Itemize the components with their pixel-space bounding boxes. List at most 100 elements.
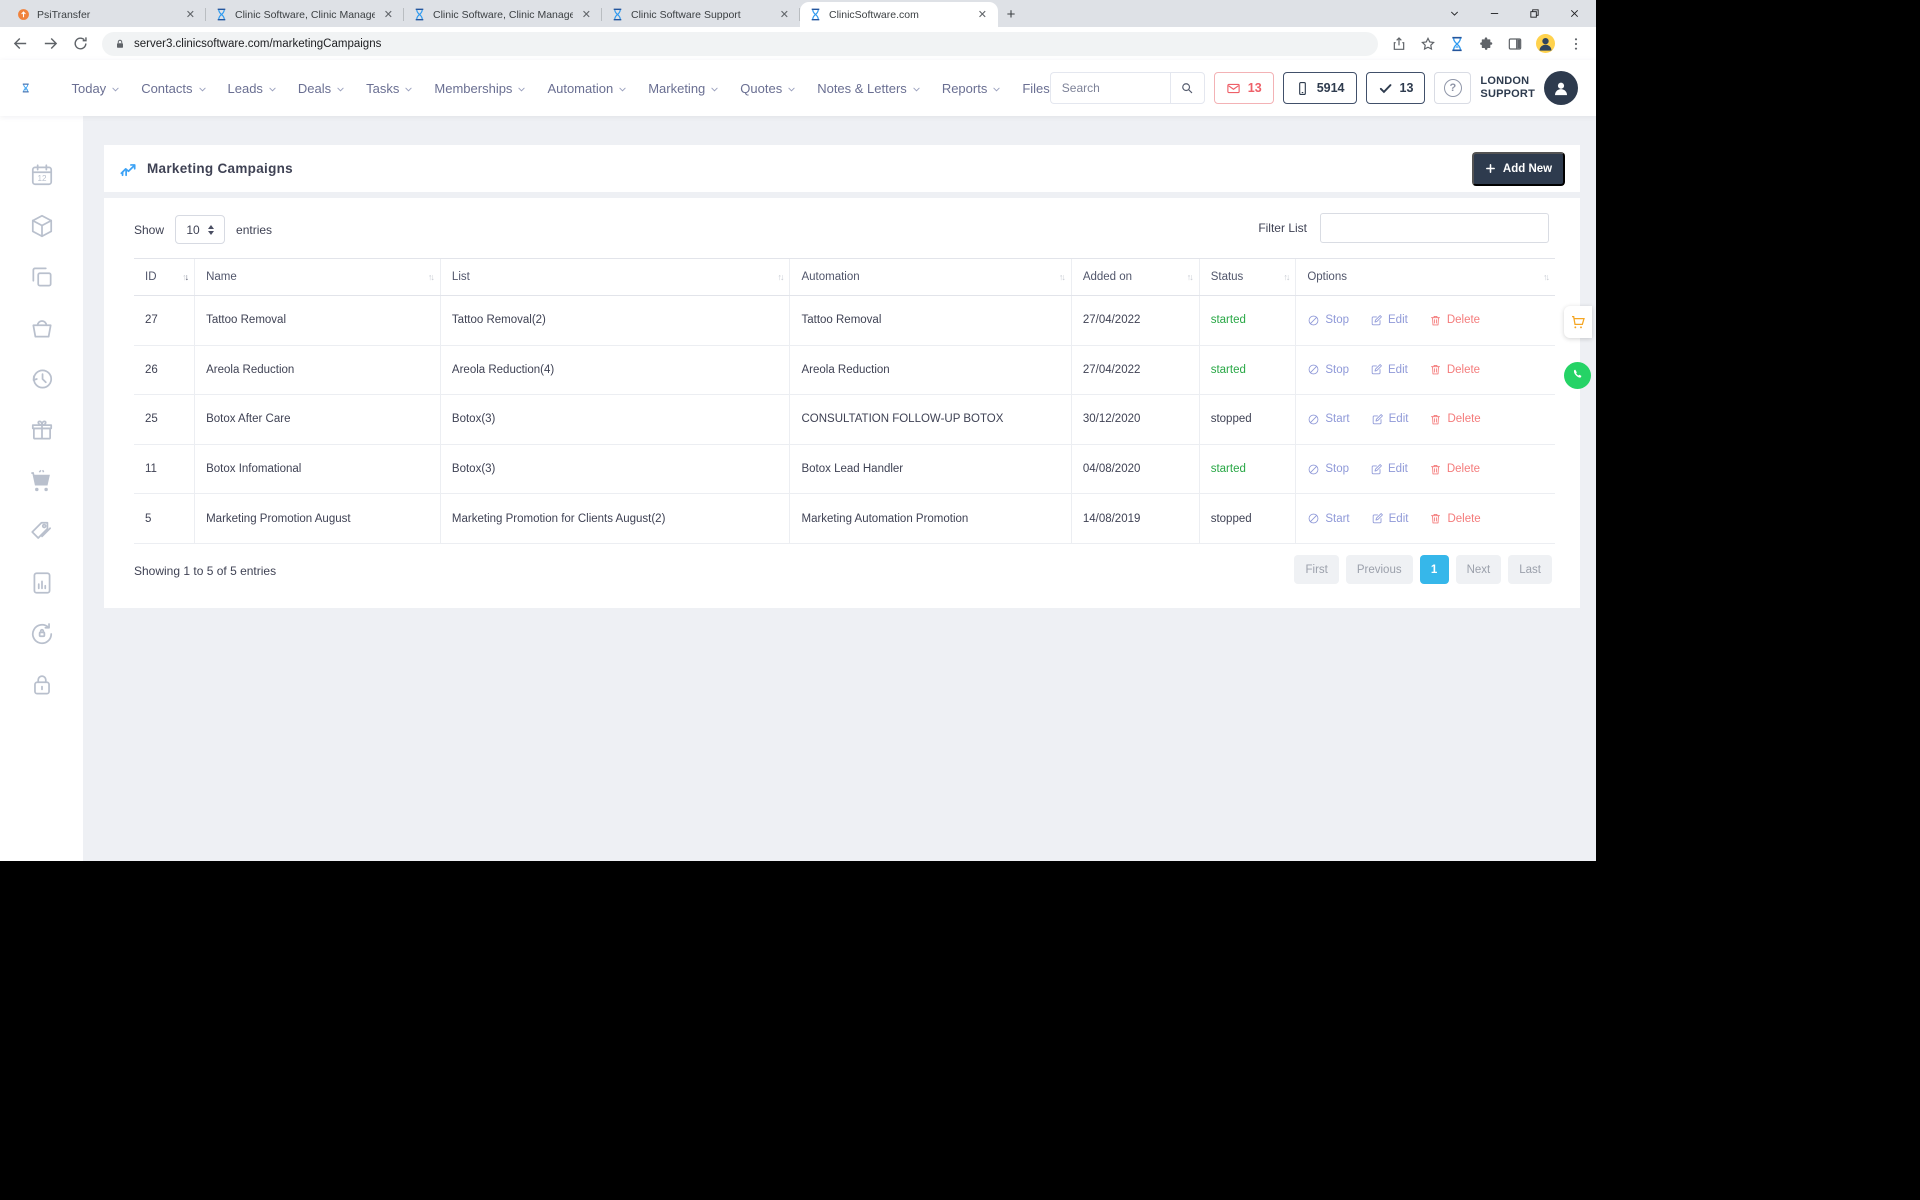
sidebar-item-package[interactable] [29,213,55,239]
reload-icon[interactable] [72,35,89,52]
tab-search-button[interactable] [1434,0,1474,26]
column-header-status[interactable]: Status↑↓ [1200,259,1297,295]
help-button[interactable]: ? [1434,72,1471,104]
campaign-stop-button[interactable]: Stop [1307,363,1349,376]
pagination-page-1-button[interactable]: 1 [1420,555,1449,584]
restore-button[interactable] [1514,0,1554,26]
sidebar-item-calendar[interactable]: 12 [29,162,55,188]
browser-tab-1[interactable]: PsiTransfer ✕ [8,2,206,27]
campaign-edit-button[interactable]: Edit [1370,363,1408,376]
sidebar-item-basket[interactable] [29,315,55,341]
campaign-delete-button[interactable]: Delete [1429,463,1480,476]
sidebar-item-cart[interactable] [29,468,55,494]
user-avatar[interactable] [1544,71,1578,105]
nav-item-reports[interactable]: Reports [942,81,1002,96]
sidebar-item-gift[interactable] [29,417,55,443]
close-window-button[interactable] [1554,0,1594,26]
browser-profile-avatar[interactable] [1536,34,1555,53]
clinic-extension-icon[interactable] [1449,36,1465,52]
bookmark-star-icon[interactable] [1420,36,1436,52]
nav-item-automation[interactable]: Automation [547,81,627,96]
cell-text: 27/04/2022 [1083,314,1141,326]
sidebar-item-privacy[interactable] [29,621,55,647]
filter-label: Filter List [1258,221,1307,235]
campaign-delete-button[interactable]: Delete [1429,413,1480,426]
whatsapp-widget-button[interactable] [1564,362,1591,389]
search-button[interactable] [1170,72,1205,104]
campaign-edit-button[interactable]: Edit [1371,512,1409,525]
tab-close-icon[interactable]: ✕ [976,8,989,21]
cell-text: Marketing Promotion August [206,513,350,525]
campaign-delete-button[interactable]: Delete [1429,363,1480,376]
column-header-list[interactable]: List↑↓ [441,259,791,295]
nav-item-today[interactable]: Today [71,81,120,96]
campaign-start-button[interactable]: Start [1307,512,1349,525]
sidebar-item-copy[interactable] [29,264,55,290]
tab-close-icon[interactable]: ✕ [580,8,593,21]
nav-item-contacts[interactable]: Contacts [141,81,206,96]
browser-menu-kebab-icon[interactable] [1568,36,1584,52]
pagination-previous-button[interactable]: Previous [1346,555,1413,584]
pagination-last-button[interactable]: Last [1508,555,1552,584]
browser-tab-4[interactable]: Clinic Software Support✕ [602,2,800,27]
nav-item-marketing[interactable]: Marketing [648,81,719,96]
status-badge: started [1211,463,1246,475]
tab-title: PsiTransfer [37,9,177,21]
side-panel-icon[interactable] [1507,36,1523,52]
pagination-first-button[interactable]: First [1294,555,1338,584]
sidebar-item-tags[interactable] [29,519,55,545]
phone-badge-button[interactable]: 5914 [1283,72,1357,104]
column-header-added_on[interactable]: Added on↑↓ [1072,259,1200,295]
cell-id: 11 [134,445,195,494]
cell-name: Areola Reduction [195,346,441,395]
browser-tab-3[interactable]: Clinic Software, Clinic Manageme✕ [404,2,602,27]
tasks-badge-button[interactable]: 13 [1366,72,1426,104]
nav-item-memberships[interactable]: Memberships [434,81,526,96]
minimize-button[interactable] [1474,0,1514,26]
add-new-button[interactable]: Add New [1472,152,1565,186]
campaign-start-button[interactable]: Start [1307,413,1349,426]
tab-close-icon[interactable]: ✕ [382,8,395,21]
extensions-puzzle-icon[interactable] [1478,36,1494,52]
share-icon[interactable] [1391,36,1407,52]
browser-tab-5[interactable]: ClinicSoftware.com✕ [800,2,998,27]
sidebar-item-lock[interactable] [29,672,55,698]
cell-automation: Tattoo Removal [790,296,1071,345]
back-icon[interactable] [12,35,29,52]
campaign-edit-button[interactable]: Edit [1370,463,1408,476]
column-header-name[interactable]: Name↑↓ [195,259,441,295]
nav-item-leads[interactable]: Leads [228,81,277,96]
nav-item-files[interactable]: Files [1022,81,1049,96]
column-header-options[interactable]: Options↑↓ [1296,259,1555,295]
column-header-automation[interactable]: Automation↑↓ [790,259,1071,295]
sidebar-item-report[interactable] [29,570,55,596]
nav-item-notes-letters[interactable]: Notes & Letters [817,81,921,96]
new-tab-button[interactable]: + [998,2,1024,27]
tab-title: Clinic Software, Clinic Manageme [235,9,375,21]
nav-item-quotes[interactable]: Quotes [740,81,796,96]
campaign-edit-button[interactable]: Edit [1371,413,1409,426]
page-size-select[interactable]: 10 [175,215,225,244]
tab-close-icon[interactable]: ✕ [778,8,791,21]
address-bar[interactable]: server3.clinicsoftware.com/marketingCamp… [102,32,1378,56]
trash-icon [1429,463,1442,476]
cell-name: Tattoo Removal [195,296,441,345]
nav-item-deals[interactable]: Deals [298,81,345,96]
mail-badge-button[interactable]: 13 [1214,72,1274,104]
browser-tab-2[interactable]: Clinic Software, Clinic Manageme ✕ [206,2,404,27]
campaign-stop-button[interactable]: Stop [1307,463,1349,476]
nav-item-tasks[interactable]: Tasks [366,81,413,96]
campaign-stop-button[interactable]: Stop [1307,314,1349,327]
forward-icon[interactable] [42,35,59,52]
cart-widget-button[interactable] [1564,306,1592,338]
search-input[interactable] [1050,72,1170,104]
sidebar-item-history[interactable] [29,366,55,392]
campaign-delete-button[interactable]: Delete [1429,314,1480,327]
column-header-id[interactable]: ID↑↓ [134,259,195,295]
filter-input[interactable] [1320,213,1549,243]
campaign-delete-button[interactable]: Delete [1429,512,1480,525]
tab-close-icon[interactable]: ✕ [184,8,197,21]
campaign-edit-button[interactable]: Edit [1370,314,1408,327]
cell-automation: CONSULTATION FOLLOW-UP BOTOX [790,395,1071,444]
pagination-next-button[interactable]: Next [1456,555,1502,584]
